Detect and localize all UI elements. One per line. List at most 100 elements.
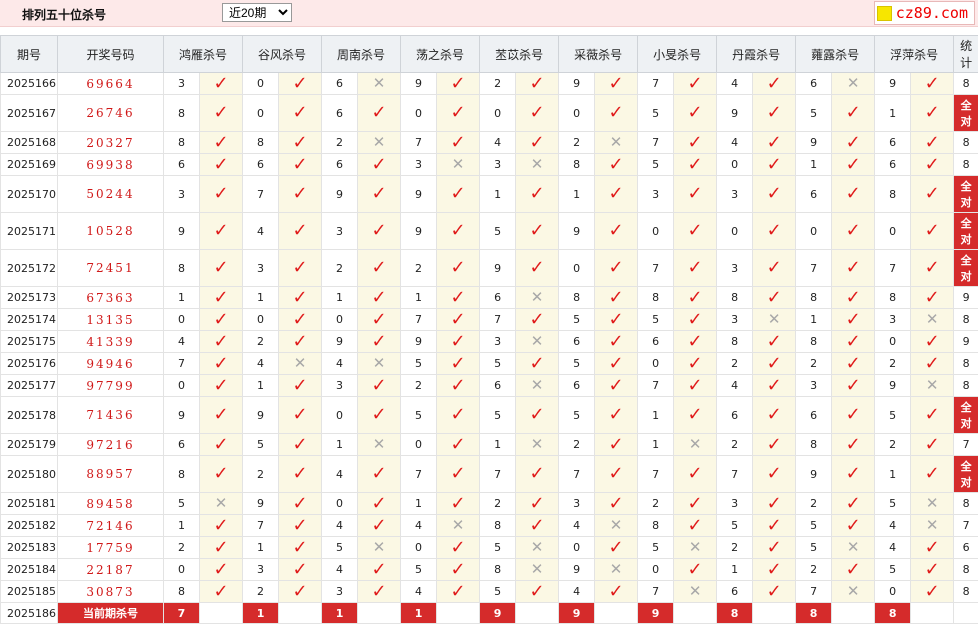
hit-mark-cell: ✓ — [674, 331, 717, 353]
hit-mark-cell: ✓ — [595, 397, 638, 434]
check-icon: ✓ — [609, 309, 624, 330]
check-icon: ✓ — [688, 154, 703, 175]
hit-mark-cell: ✓ — [200, 375, 243, 397]
hit-mark-cell: ✓ — [437, 250, 480, 287]
kill-value-cell: 6 — [796, 73, 832, 95]
kill-value-cell: 0 — [875, 331, 911, 353]
hit-mark-cell: ✓ — [516, 250, 559, 287]
empty-cell — [954, 603, 978, 624]
check-icon: ✓ — [846, 404, 861, 425]
hit-mark-cell: ✓ — [911, 434, 954, 456]
check-icon: ✓ — [767, 73, 782, 94]
hit-mark-cell: ✕ — [911, 515, 954, 537]
kill-value-cell: 8 — [164, 581, 200, 603]
hit-mark-cell: ✓ — [279, 176, 322, 213]
cross-icon: ✕ — [847, 582, 860, 600]
cross-icon: ✕ — [689, 582, 702, 600]
check-icon: ✓ — [530, 463, 545, 484]
winning-number-cell: 72451 — [58, 250, 164, 287]
table-row: 2025182721461✓7✓4✓4✕8✓4✕8✓5✓5✓4✕7 — [1, 515, 978, 537]
kill-value-cell: 4 — [717, 375, 753, 397]
hit-mark-cell: ✕ — [358, 132, 401, 154]
cross-icon: ✕ — [610, 560, 623, 578]
check-icon: ✓ — [371, 183, 386, 204]
kill-value-cell: 3 — [638, 176, 674, 213]
cross-icon: ✕ — [926, 494, 939, 512]
stat-cell: 8 — [954, 559, 978, 581]
hit-mark-cell: ✓ — [437, 397, 480, 434]
kill-value-cell: 1 — [638, 434, 674, 456]
check-icon: ✓ — [451, 132, 466, 153]
kill-value-cell: 9 — [480, 250, 516, 287]
all-correct-badge: 全对 — [954, 397, 978, 433]
hit-mark-cell: ✓ — [595, 95, 638, 132]
stat-cell: 7 — [954, 434, 978, 456]
winning-number-cell: 20327 — [58, 132, 164, 154]
hit-mark-cell: ✓ — [674, 287, 717, 309]
kill-value-cell: 9 — [559, 559, 595, 581]
header-issue: 期号 — [1, 36, 58, 73]
hit-mark-cell: ✓ — [753, 375, 796, 397]
issue-cell: 2025183 — [1, 537, 58, 559]
hit-mark-cell: ✓ — [279, 434, 322, 456]
kill-value-cell: 4 — [875, 515, 911, 537]
check-icon: ✓ — [213, 375, 228, 396]
kill-value-cell: 2 — [322, 250, 358, 287]
hit-mark-cell: ✓ — [595, 434, 638, 456]
kill-value-cell: 9 — [875, 73, 911, 95]
check-icon: ✓ — [292, 309, 307, 330]
hit-mark-cell: ✓ — [279, 132, 322, 154]
kill-value-cell: 6 — [875, 154, 911, 176]
kill-value-cell: 5 — [401, 353, 437, 375]
kill-value-cell: 3 — [796, 375, 832, 397]
check-icon: ✓ — [609, 257, 624, 278]
hit-mark-cell: ✕ — [516, 154, 559, 176]
hit-mark-cell: ✕ — [832, 581, 875, 603]
kill-value-cell: 5 — [717, 515, 753, 537]
kill-value-cell: 5 — [322, 537, 358, 559]
period-select[interactable]: 近20期 — [222, 3, 292, 22]
hit-mark-cell: ✓ — [911, 537, 954, 559]
kill-value-cell: 4 — [717, 132, 753, 154]
check-icon: ✓ — [292, 183, 307, 204]
check-icon: ✓ — [925, 463, 940, 484]
kill-value-cell: 7 — [401, 456, 437, 493]
page-title: 排列五十位杀号 — [22, 6, 106, 23]
kill-value-cell: 7 — [243, 515, 279, 537]
check-icon: ✓ — [609, 581, 624, 602]
table-body: 2025166696643✓0✓6✕9✓2✓9✓7✓4✓6✕9✓82025167… — [1, 73, 978, 624]
current-issue-row: 2025186当前期杀号7111999888 — [1, 603, 978, 624]
stat-cell: 8 — [954, 132, 978, 154]
check-icon: ✓ — [292, 537, 307, 558]
hit-mark-cell: ✕ — [516, 331, 559, 353]
kill-value-cell: 5 — [875, 397, 911, 434]
check-icon: ✓ — [609, 493, 624, 514]
check-icon: ✓ — [846, 102, 861, 123]
kill-value-cell: 7 — [164, 353, 200, 375]
cross-icon: ✕ — [373, 435, 386, 453]
hit-mark-cell: ✓ — [753, 581, 796, 603]
kill-value-cell: 8 — [164, 132, 200, 154]
kill-value-cell: 5 — [164, 493, 200, 515]
brand-logo[interactable]: cz89.com — [874, 1, 975, 25]
kill-value-cell: 6 — [559, 331, 595, 353]
issue-cell: 2025184 — [1, 559, 58, 581]
kill-value-cell: 2 — [717, 353, 753, 375]
winning-number-cell: 97799 — [58, 375, 164, 397]
hit-mark-cell: ✓ — [200, 250, 243, 287]
hit-mark-cell: ✓ — [516, 95, 559, 132]
check-icon: ✓ — [213, 404, 228, 425]
hit-mark-cell: ✕ — [516, 375, 559, 397]
hit-mark-cell: ✓ — [516, 515, 559, 537]
hit-mark-cell: ✓ — [200, 353, 243, 375]
check-icon: ✓ — [609, 220, 624, 241]
hit-mark-cell: ✓ — [832, 132, 875, 154]
hit-mark-cell: ✓ — [279, 375, 322, 397]
kill-value-cell: 3 — [717, 493, 753, 515]
top-bar: 排列五十位杀号 近20期 cz89.com — [0, 0, 978, 27]
check-icon: ✓ — [609, 353, 624, 374]
kill-value-cell: 0 — [401, 537, 437, 559]
hit-mark-cell: ✓ — [279, 287, 322, 309]
check-icon: ✓ — [213, 154, 228, 175]
kill-value-cell: 5 — [559, 397, 595, 434]
